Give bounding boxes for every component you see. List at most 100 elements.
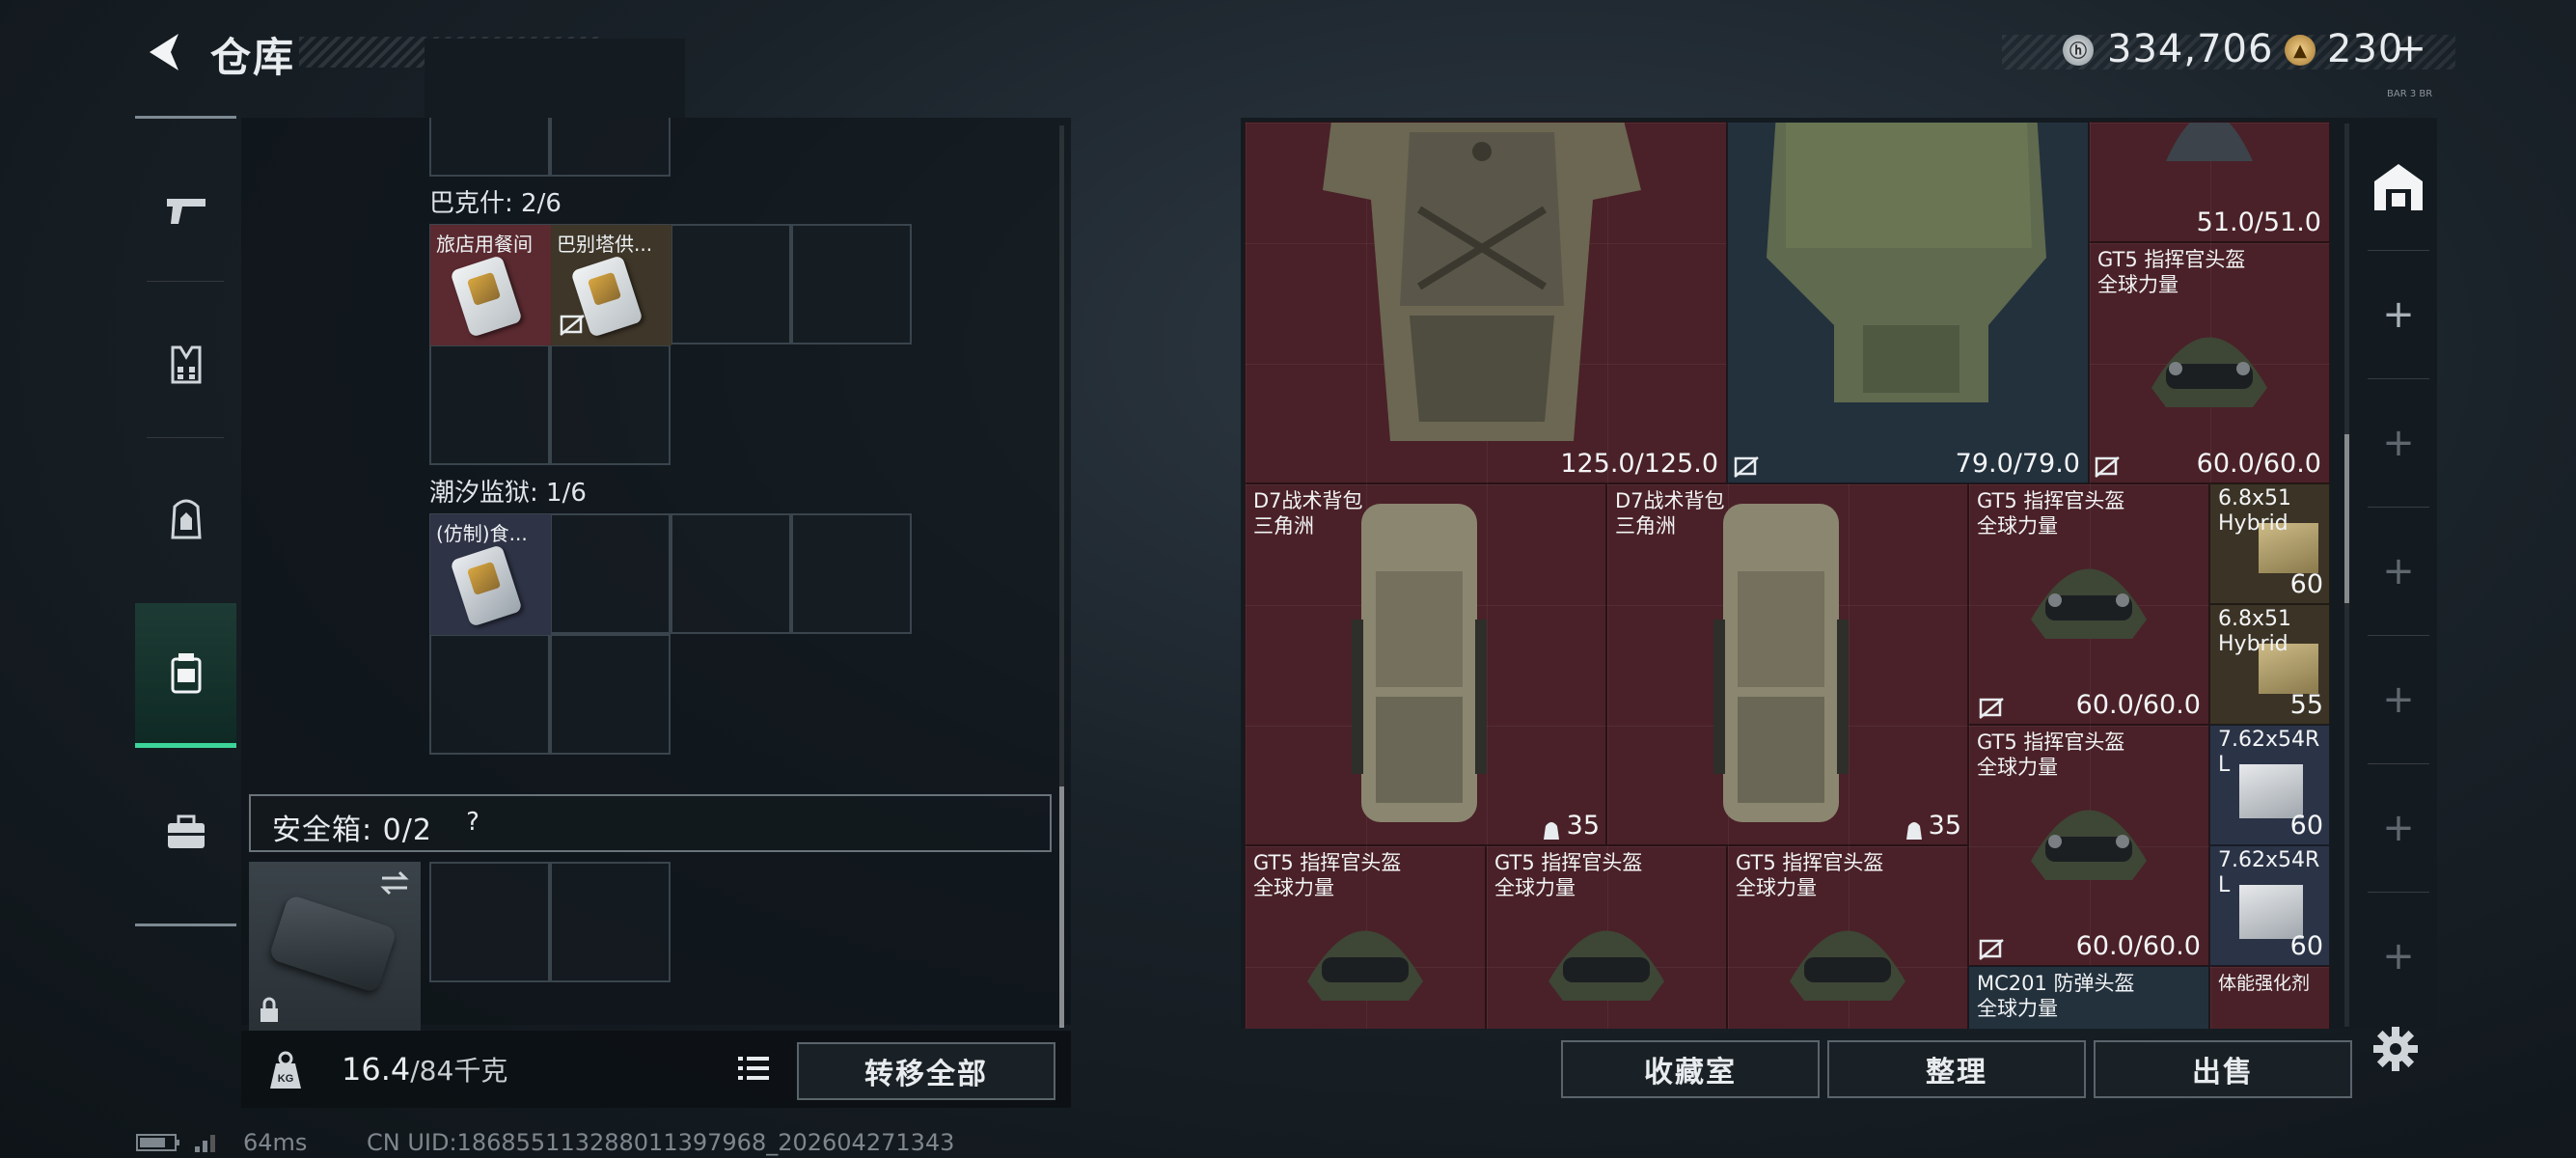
settings-gear-icon[interactable] — [2371, 1025, 2420, 1073]
storage-cell[interactable] — [429, 634, 550, 755]
storage-cell[interactable] — [671, 513, 791, 634]
list-view-button[interactable] — [729, 1044, 778, 1092]
warehouse-item-ammo[interactable]: 7.62x54R L 60 — [2209, 845, 2330, 966]
secure-case-image — [268, 894, 397, 994]
storage-cell[interactable] — [791, 513, 912, 634]
back-button[interactable] — [135, 23, 193, 81]
warehouse-item-ammo[interactable]: 6.8x51 Hybrid 55 — [2209, 604, 2330, 725]
add-warehouse-page-button[interactable]: + — [2360, 378, 2437, 507]
item-name: 7.62x54R L — [2218, 848, 2320, 897]
warehouse-item-helmet[interactable]: GT5 指挥官头盔 全球力量 60.0/60.0 — [2089, 242, 2330, 483]
safe-box-container[interactable] — [249, 862, 421, 1031]
storage-scroll-thumb[interactable] — [1059, 786, 1064, 1028]
storage-box-icon — [171, 652, 201, 693]
svg-text:KG: KG — [278, 1073, 294, 1085]
warehouse-item-helmet[interactable]: GT5 指挥官头盔 全球力量 — [1486, 845, 1727, 1029]
rail-item-backpack[interactable] — [135, 447, 236, 592]
item-name: MC201 防弹头盔 全球力量 — [1977, 972, 2135, 1020]
item-durability: 60.0/60.0 — [2196, 449, 2321, 479]
safe-box-header: 安全箱: 0/2 ? — [249, 794, 1052, 852]
add-warehouse-page-button[interactable]: + — [2360, 507, 2437, 635]
helmet-image — [2031, 810, 2147, 880]
warehouse-item-helmet[interactable]: GT5 指挥官头盔 全球力量 60.0/60.0 — [1968, 483, 2209, 725]
warehouse-item-helmet[interactable]: GT5 指挥官头盔 全球力量 — [1727, 845, 1968, 1029]
warehouse-item-helmet[interactable]: 51.0/51.0 — [2089, 122, 2330, 242]
briefcase-icon — [167, 814, 205, 848]
storage-cell[interactable] — [550, 513, 671, 634]
warehouse-item-consumable[interactable]: 体能强化剂 — [2209, 966, 2330, 1029]
back-arrow-icon — [150, 34, 178, 70]
panel-edge — [425, 39, 685, 118]
helmet-image — [2031, 568, 2147, 639]
list-icon — [738, 1057, 769, 1080]
add-warehouse-page-button[interactable]: + — [2360, 763, 2437, 892]
warehouse-item-ammo[interactable]: 7.62x54R L 60 — [2209, 725, 2330, 845]
plate-carrier-image — [1767, 123, 2046, 402]
backpack-image — [1352, 504, 1487, 822]
transfer-all-button[interactable]: 转移全部 — [797, 1042, 1055, 1100]
add-warehouse-page-button[interactable]: + — [2360, 250, 2437, 378]
sort-button[interactable]: 整理 — [1827, 1040, 2086, 1098]
item-durability: 125.0/125.0 — [1560, 449, 1718, 479]
safe-box-slot[interactable] — [429, 862, 550, 982]
warehouse-item-armor[interactable]: 125.0/125.0 — [1245, 122, 1727, 483]
storage-item[interactable]: 巴别塔供... — [551, 225, 671, 345]
storage-cell[interactable] — [791, 224, 912, 345]
rail-item-case[interactable] — [135, 760, 236, 905]
warehouse-item-armor[interactable]: 79.0/79.0 — [1727, 122, 2089, 483]
warehouse-item-helmet[interactable]: MC201 防弹头盔 全球力量 — [1968, 966, 2209, 1029]
storage-cell[interactable] — [550, 345, 671, 465]
weight-max: /84千克 — [410, 1055, 508, 1087]
item-name: 6.8x51 Hybrid — [2218, 486, 2292, 536]
no-trade-icon — [1979, 698, 2004, 719]
item-name: GT5 指挥官头盔 全球力量 — [1253, 851, 1402, 899]
rail-item-armor[interactable] — [135, 292, 236, 437]
storage-cell[interactable] — [429, 345, 550, 465]
storage-group-label: 巴克什: 2/6 — [429, 189, 562, 218]
weight-current: 16.4 — [342, 1051, 411, 1088]
warehouse-scroll-thumb[interactable] — [2344, 434, 2349, 603]
item-capacity: 35 — [1928, 811, 1961, 841]
item-name: D7战术背包 三角洲 — [1615, 489, 1725, 538]
add-warehouse-page-button[interactable]: + — [2360, 892, 2437, 1020]
warehouse-page-rail: + + + + + + — [2360, 122, 2437, 1029]
rail-item-weapons[interactable] — [135, 138, 236, 283]
warehouse-item-ammo[interactable]: 6.8x51 Hybrid 60 — [2209, 483, 2330, 604]
helmet-image — [1790, 930, 1905, 1001]
category-rail — [135, 116, 236, 926]
warehouse-item-helmet[interactable]: GT5 指挥官头盔 全球力量 60.0/60.0 — [1968, 725, 2209, 966]
pistol-icon — [166, 199, 206, 224]
swap-icon[interactable] — [378, 869, 411, 896]
item-quantity: 60 — [2289, 811, 2323, 841]
warehouse-page-main[interactable] — [2360, 122, 2437, 250]
storage-item[interactable]: (仿制)食... — [430, 514, 551, 635]
storage-cell[interactable] — [550, 634, 671, 755]
lock-icon — [260, 997, 278, 1022]
safe-box-title: 安全箱: 0/2 — [272, 813, 432, 847]
item-name: GT5 指挥官头盔 全球力量 — [1977, 489, 2125, 538]
warehouse-item-backpack[interactable]: D7战术背包 三角洲 35 — [1606, 483, 1968, 845]
rail-item-storage[interactable] — [135, 603, 236, 748]
add-currency-button[interactable]: + — [2393, 24, 2427, 71]
sell-button[interactable]: 出售 — [2094, 1040, 2352, 1098]
warehouse-item-backpack[interactable]: D7战术背包 三角洲 35 — [1245, 483, 1606, 845]
safe-box-slot[interactable] — [550, 862, 671, 982]
item-durability: 51.0/51.0 — [2196, 207, 2321, 237]
item-name: GT5 指挥官头盔 全球力量 — [2097, 248, 2246, 296]
warehouse-item-helmet[interactable]: GT5 指挥官头盔 全球力量 — [1245, 845, 1486, 1029]
collection-room-button[interactable]: 收藏室 — [1561, 1040, 1820, 1098]
helmet-image — [2151, 337, 2267, 407]
safe-box-help-button[interactable]: ? — [455, 805, 490, 840]
battery-icon — [136, 1134, 179, 1151]
item-name: 巴别塔供... — [557, 233, 653, 256]
storage-cell[interactable] — [671, 224, 791, 345]
storage-item[interactable]: 旅店用餐间 — [430, 225, 551, 345]
coin-icon: ⓗ — [2063, 35, 2094, 66]
signal-icon — [195, 1135, 215, 1152]
item-name: 7.62x54R L — [2218, 728, 2320, 777]
item-name: GT5 指挥官头盔 全球力量 — [1494, 851, 1643, 899]
add-warehouse-page-button[interactable]: + — [2360, 635, 2437, 763]
no-trade-icon — [560, 315, 585, 336]
weight-bar: KG 16.4/84千克 转移全部 — [241, 1031, 1071, 1108]
keycard-image — [450, 544, 523, 627]
